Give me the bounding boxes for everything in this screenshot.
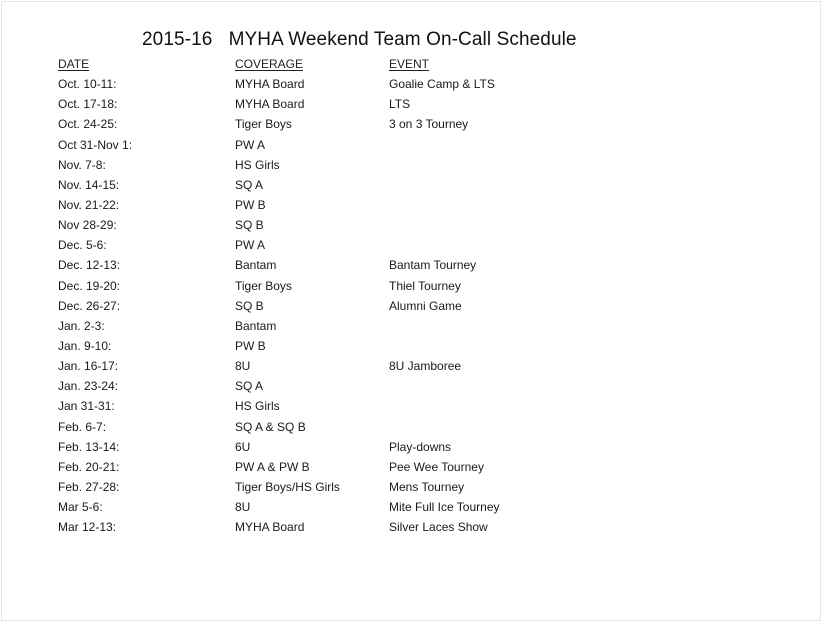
date-cell: Feb. 6-7: — [58, 419, 107, 434]
event-cell: LTS — [389, 97, 411, 112]
event-cell: Goalie Camp & LTS — [389, 77, 495, 92]
coverage-cell: HS Girls — [235, 157, 280, 172]
document-page: 2015-16 MYHA Weekend Team On-Call Schedu… — [1, 1, 821, 621]
coverage-cell: PW B — [235, 338, 266, 353]
coverage-cell: Tiger Boys — [235, 117, 292, 132]
coverage-cell: Bantam — [235, 318, 277, 333]
date-cell: Jan. 23-24: — [58, 379, 119, 394]
date-cell: Dec. 5-6: — [58, 238, 107, 253]
coverage-cell: SQ A — [235, 177, 264, 192]
date-cell: Feb. 20-21: — [58, 459, 120, 474]
event-cell: Play-downs — [389, 439, 452, 454]
document-title: 2015-16 MYHA Weekend Team On-Call Schedu… — [142, 29, 577, 50]
date-cell: Nov. 7-8: — [58, 157, 106, 172]
date-cell: Feb. 27-28: — [58, 479, 120, 494]
coverage-cell: MYHA Board — [235, 520, 305, 535]
coverage-cell: HS Girls — [235, 399, 280, 414]
event-cell: Mite Full Ice Tourney — [389, 500, 500, 515]
date-cell: Nov. 14-15: — [58, 177, 120, 192]
date-cell: Feb. 13-14: — [58, 439, 120, 454]
coverage-cell: Tiger Boys/HS Girls — [235, 479, 340, 494]
event-cell: Thiel Tourney — [389, 278, 461, 293]
date-cell: Jan. 16-17: — [58, 359, 119, 374]
event-cell: 8U Jamboree — [389, 359, 462, 374]
coverage-cell: 6U — [235, 439, 251, 454]
date-cell: Dec. 12-13: — [58, 258, 121, 273]
date-cell: Nov. 21-22: — [58, 197, 120, 212]
date-cell: Jan 31-31: — [58, 399, 115, 414]
date-cell: Oct. 24-25: — [58, 117, 118, 132]
date-cell: Dec. 26-27: — [58, 298, 121, 313]
event-cell: Bantam Tourney — [389, 258, 477, 273]
date-cell: Dec. 19-20: — [58, 278, 121, 293]
date-cell: Jan. 2-3: — [58, 318, 105, 333]
date-cell: Mar 12-13: — [58, 520, 117, 535]
coverage-cell: 8U — [235, 359, 251, 374]
coverage-cell: SQ A — [235, 379, 264, 394]
event-cell: 3 on 3 Tourney — [389, 117, 469, 132]
date-cell: Jan. 9-10: — [58, 338, 112, 353]
coverage-cell: 8U — [235, 500, 251, 515]
event-cell: Alumni Game — [389, 298, 462, 313]
date-cell: Mar 5-6: — [58, 500, 103, 515]
event-cell: Mens Tourney — [389, 479, 465, 494]
header-date: DATE — [58, 57, 90, 71]
date-cell: Oct. 10-11: — [58, 77, 117, 92]
coverage-cell: SQ B — [235, 218, 264, 233]
coverage-cell: Tiger Boys — [235, 278, 292, 293]
header-event: EVENT — [389, 57, 430, 71]
coverage-cell: MYHA Board — [235, 97, 305, 112]
coverage-cell: SQ A & SQ B — [235, 419, 306, 434]
coverage-cell: Bantam — [235, 258, 277, 273]
coverage-cell: PW B — [235, 197, 266, 212]
date-cell: Oct 31-Nov 1: — [58, 137, 133, 152]
coverage-cell: PW A — [235, 238, 266, 253]
coverage-cell: MYHA Board — [235, 77, 305, 92]
header-coverage: COVERAGE — [235, 57, 304, 71]
coverage-cell: SQ B — [235, 298, 264, 313]
coverage-cell: PW A — [235, 137, 266, 152]
event-cell: Pee Wee Tourney — [389, 459, 484, 474]
date-cell: Nov 28-29: — [58, 218, 117, 233]
coverage-cell: PW A & PW B — [235, 459, 310, 474]
event-cell: Silver Laces Show — [389, 520, 488, 535]
date-cell: Oct. 17-18: — [58, 97, 118, 112]
